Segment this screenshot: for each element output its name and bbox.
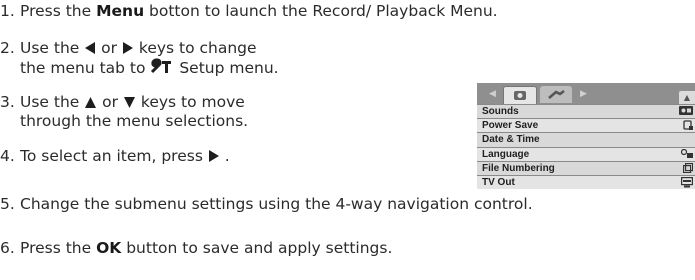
step-number: 2. — [0, 39, 15, 57]
setup-menu-list: Sounds Power Save Date & Time Language F… — [477, 105, 695, 189]
language-icon — [680, 148, 693, 162]
right-arrow-icon — [208, 150, 219, 162]
step-5: 5. Change the submenu settings using the … — [0, 195, 533, 213]
menu-item-label: Language — [482, 148, 530, 160]
step-number: 6. — [0, 239, 15, 257]
menu-item-label: TV Out — [482, 176, 515, 188]
menu-item-label: Power Save — [482, 120, 539, 132]
right-arrow-icon — [122, 42, 133, 54]
tab-left-arrow-icon: ◀ — [489, 89, 496, 99]
step-number: 3. — [0, 93, 15, 111]
menu-row-sounds: Sounds — [477, 105, 695, 119]
scroll-up-icon: ▲ — [679, 91, 695, 104]
tab-record-icon — [503, 86, 537, 104]
step-1: 1. Press the Menu botton to launch the Re… — [0, 2, 498, 20]
step-number: 4. — [0, 147, 15, 165]
setup-wrench-icon — [151, 58, 172, 74]
on-icon — [679, 106, 693, 119]
step-2: 2. Use the or keys to change the menu tab… — [0, 39, 279, 77]
setup-menu-screenshot: ◀ ▶ ▲ Sounds Power Save Date & Time Lang… — [477, 83, 695, 189]
menu-row-language: Language — [477, 147, 695, 162]
down-arrow-icon — [123, 97, 135, 108]
step-3: 3. Use the or keys to move through the me… — [0, 93, 249, 130]
tab-right-arrow-icon: ▶ — [580, 89, 587, 99]
menu-row-file-numbering: File Numbering — [477, 161, 695, 177]
left-arrow-icon — [85, 42, 96, 54]
tv-out-icon — [681, 176, 694, 189]
menu-row-date-time: Date & Time — [477, 133, 695, 147]
menu-item-label: File Numbering — [482, 162, 555, 174]
file-numbering-icon — [683, 162, 694, 177]
up-arrow-icon — [85, 97, 97, 108]
ok-button-name: OK — [96, 239, 122, 257]
tab-setup-icon — [540, 86, 572, 103]
menu-row-power-save: Power Save — [477, 119, 695, 134]
menu-tab-strip: ◀ ▶ ▲ — [477, 83, 695, 104]
menu-button-name: Menu — [96, 2, 145, 20]
step-6: 6. Press the OK button to save and apply … — [0, 239, 393, 257]
menu-row-tv-out: TV Out — [477, 175, 695, 189]
menu-item-label: Sounds — [482, 106, 519, 117]
menu-item-label: Date & Time — [482, 134, 540, 146]
power-save-icon — [683, 120, 693, 134]
step-number: 5. — [0, 195, 15, 213]
step-4: 4. To select an item, press . — [0, 147, 230, 165]
step-number: 1. — [0, 2, 15, 20]
